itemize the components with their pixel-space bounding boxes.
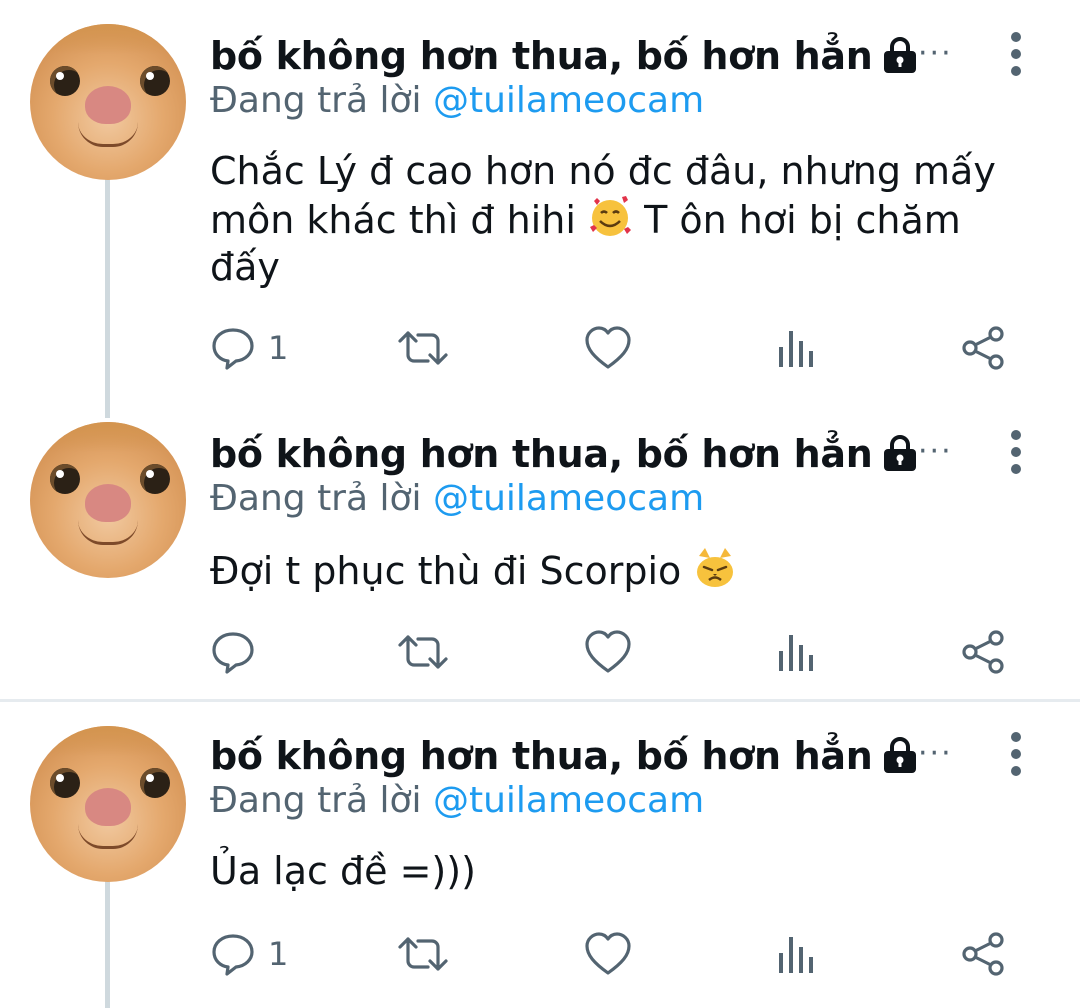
avatar[interactable] <box>30 726 186 882</box>
tweet-text: Đợi t phục thù đi Scorpio <box>210 546 1040 595</box>
share-icon <box>962 630 1004 674</box>
reply-button[interactable]: 1 <box>210 924 288 984</box>
retweet-icon <box>398 635 448 669</box>
replying-to: Đang trả lời @tuilameocam <box>210 478 704 519</box>
mention-link[interactable]: @tuilameocam <box>433 80 704 121</box>
avatar-eye <box>140 464 170 494</box>
tweet-actions <box>210 622 1030 682</box>
avatar[interactable] <box>30 24 186 180</box>
heart-icon <box>585 326 631 369</box>
author-name-row[interactable]: bố không hơn thua, bố hơn hẳn <box>210 26 919 86</box>
avatar-eye <box>50 768 80 798</box>
lock-icon <box>881 737 919 775</box>
replying-to-label: Đang trả lời <box>210 478 422 519</box>
author-name-row[interactable]: bố không hơn thua, bố hơn hẳn <box>210 726 919 786</box>
pouting-cat-emoji <box>693 546 737 590</box>
like-button[interactable] <box>584 622 632 682</box>
tweet-text-part: Ủa lạc đề =))) <box>210 849 476 893</box>
avatar-eye <box>50 66 80 96</box>
author-name[interactable]: bố không hơn thua, bố hơn hẳn <box>210 734 873 778</box>
avatar-eye <box>140 768 170 798</box>
like-button[interactable] <box>584 924 632 984</box>
retweet-button[interactable] <box>396 318 450 378</box>
reply-button[interactable] <box>210 622 256 682</box>
retweet-button[interactable] <box>396 622 450 682</box>
author-name-row[interactable]: bố không hơn thua, bố hơn hẳn <box>210 424 919 484</box>
kebab-menu-icon[interactable] <box>1000 724 1032 784</box>
analytics-icon <box>779 635 813 671</box>
reply-icon <box>212 328 254 370</box>
reply-icon <box>212 632 254 674</box>
like-button[interactable] <box>584 318 632 378</box>
replying-to-label: Đang trả lời <box>210 80 422 121</box>
tweet-text-part: Đợi t phục thù đi Scorpio <box>210 549 682 593</box>
replying-to: Đang trả lời @tuilameocam <box>210 80 704 121</box>
reply-button[interactable]: 1 <box>210 318 288 378</box>
divider <box>0 699 1080 702</box>
retweet-icon <box>398 331 448 365</box>
avatar[interactable] <box>30 422 186 578</box>
kebab-menu-icon[interactable] <box>1000 422 1032 482</box>
retweet-button[interactable] <box>396 924 450 984</box>
reply-count: 1 <box>268 935 289 973</box>
avatar-eye <box>140 66 170 96</box>
analytics-button[interactable] <box>776 622 816 682</box>
share-icon <box>962 326 1004 370</box>
analytics-icon <box>779 331 813 367</box>
tweet-actions: 1 <box>210 924 1030 984</box>
lock-icon <box>881 37 919 75</box>
retweet-icon <box>398 937 448 971</box>
avatar-eye <box>50 464 80 494</box>
author-name[interactable]: bố không hơn thua, bố hơn hẳn <box>210 432 873 476</box>
heart-icon <box>585 630 631 673</box>
analytics-icon <box>779 937 813 973</box>
replying-to: Đang trả lời @tuilameocam <box>210 780 704 821</box>
smiling-face-with-hearts-emoji <box>588 195 632 239</box>
tweet-text: Ủa lạc đề =))) <box>210 848 1040 895</box>
thread-line <box>105 178 110 418</box>
analytics-button[interactable] <box>776 318 816 378</box>
heart-icon <box>585 932 631 975</box>
more-options-icon[interactable]: ··· <box>918 736 953 771</box>
replying-to-label: Đang trả lời <box>210 780 422 821</box>
thread-line <box>105 880 110 1008</box>
share-button[interactable] <box>960 924 1006 984</box>
reply-count: 1 <box>268 329 289 367</box>
more-options-icon[interactable]: ··· <box>918 434 953 469</box>
author-name[interactable]: bố không hơn thua, bố hơn hẳn <box>210 34 873 78</box>
share-button[interactable] <box>960 318 1006 378</box>
lock-icon <box>881 435 919 473</box>
share-button[interactable] <box>960 622 1006 682</box>
tweet-text: Chắc Lý đ cao hơn nó đc đâu, nhưng mấy m… <box>210 148 1040 291</box>
kebab-menu-icon[interactable] <box>1000 24 1032 84</box>
analytics-button[interactable] <box>776 924 816 984</box>
mention-link[interactable]: @tuilameocam <box>433 780 704 821</box>
reply-icon <box>212 934 254 976</box>
more-options-icon[interactable]: ··· <box>918 36 953 71</box>
tweet-actions: 1 <box>210 318 1030 378</box>
share-icon <box>962 932 1004 976</box>
mention-link[interactable]: @tuilameocam <box>433 478 704 519</box>
